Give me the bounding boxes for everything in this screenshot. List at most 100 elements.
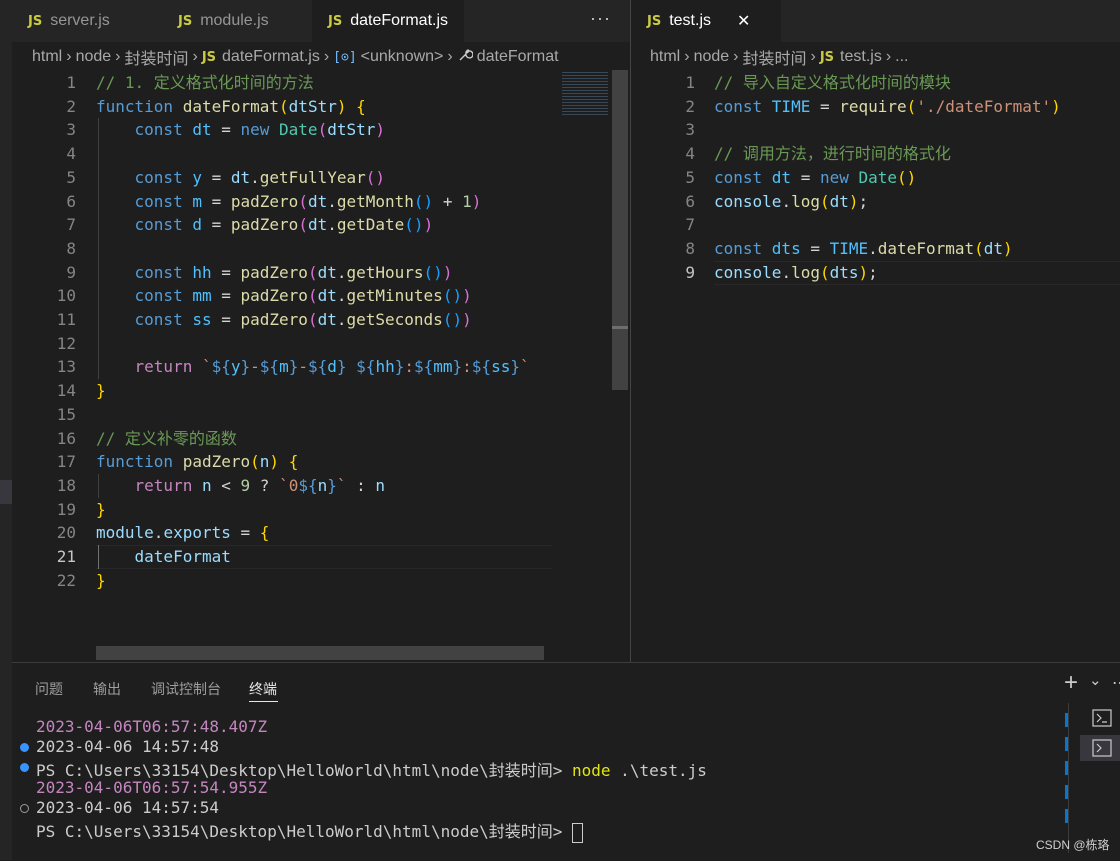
code-token: ) <box>848 191 859 211</box>
code-token: ` <box>519 357 530 377</box>
tab-debug-console[interactable]: 调试控制台 <box>151 679 221 699</box>
tab-module-js[interactable]: JS module.js <box>178 0 269 42</box>
breadcrumb-item[interactable]: node <box>694 48 730 66</box>
right-code-editor[interactable]: 1// 导入自定义格式化时间的模块 2 const TIME = require('… <box>631 70 1120 660</box>
terminal-list-divider <box>1068 703 1069 853</box>
line-number: 14 <box>56 381 76 401</box>
breadcrumb-item[interactable]: dateFormat <box>477 48 559 66</box>
terminal-output[interactable]: 2023-04-06T06:57:48.407Z 2023-04-06 14:57… <box>12 717 1062 857</box>
breadcrumb: html › node › 封装时间 › JS test.js › ... <box>650 44 909 70</box>
code-token: } <box>96 499 106 519</box>
code-token: d <box>192 215 202 235</box>
add-terminal-icon[interactable]: + <box>1064 669 1078 697</box>
code-token: Date <box>279 120 318 140</box>
command-pending-icon[interactable] <box>20 803 29 813</box>
code-token: ` <box>201 357 212 377</box>
terminal-instance-2[interactable] <box>1080 735 1120 761</box>
command-success-icon[interactable] <box>20 763 29 773</box>
code-token: require <box>839 96 907 116</box>
tab-test-js[interactable]: JS test.js ✕ <box>631 0 781 42</box>
breadcrumb-item[interactable]: ... <box>895 48 908 66</box>
terminal-line: 2023-04-06 14:57:54 <box>36 798 219 817</box>
code-token: } <box>452 357 463 377</box>
terminal-instance-1[interactable] <box>1080 705 1120 731</box>
code-token: ${ <box>211 357 231 377</box>
chevron-right-icon: › <box>323 48 330 65</box>
code-token: getSeconds <box>346 310 443 329</box>
code-token: : <box>404 357 414 377</box>
code-token: ( <box>819 191 830 211</box>
left-code-editor[interactable]: 1// 1. 定义格式化时间的方法 2 function dateFormat(dt… <box>12 70 552 660</box>
code-line: const dt = new Date() <box>714 166 916 190</box>
code-token: dt <box>317 262 337 282</box>
code-line: console.log(dt); <box>714 190 868 214</box>
code-token: { <box>259 523 270 543</box>
line-number: 17 <box>56 452 76 472</box>
close-icon[interactable]: ✕ <box>737 11 750 31</box>
breadcrumb: html › node › 封装时间 › JS dateFormat.js › [⊙] <u… <box>32 44 559 70</box>
code-token: = <box>211 120 241 140</box>
tab-terminal[interactable]: 终端 <box>249 679 277 699</box>
minimap[interactable] <box>556 70 612 660</box>
code-line: const dts = TIME.dateFormat(dt) <box>714 237 1013 261</box>
tab-dateformat-js[interactable]: JS dateFormat.js <box>312 0 464 42</box>
line-number: 13 <box>56 357 76 377</box>
code-line: const m = padZero(dt.getMonth() + 1) <box>96 190 482 214</box>
bottom-panel: 问题 输出 调试控制台 终端 + ⌄ ⋯ 2023-04-06T06:57:48… <box>12 662 1120 861</box>
code-token: TIME <box>829 238 869 258</box>
tab-server-js[interactable]: JS server.js <box>28 0 110 42</box>
more-actions-icon[interactable]: ··· <box>590 8 611 29</box>
code-line: return `${y}-${m}-${d} ${hh}:${mm}:${ss}… <box>96 355 530 379</box>
code-token: ) <box>462 310 472 329</box>
terminal-text: 2023-04-06T06:57:54.955Z <box>36 777 268 797</box>
code-line: const hh = padZero(dt.getHours()) <box>96 261 453 285</box>
code-token: // 定义补零的函数 <box>96 428 237 448</box>
code-token: // 调用方法，进行时间的格式化 <box>714 144 951 164</box>
code-line: const d = padZero(dt.getDate()) <box>96 213 434 237</box>
code-token: getFullYear <box>259 167 366 187</box>
code-token: ; <box>868 262 878 282</box>
breadcrumb-item[interactable]: 封装时间 <box>124 45 188 69</box>
code-token: getHours <box>346 262 424 282</box>
scrollbar-position-marker <box>612 326 628 329</box>
code-token: './dateFormat' <box>916 96 1052 116</box>
more-actions-icon[interactable]: ⋯ <box>1112 673 1120 693</box>
breadcrumb-item[interactable]: 封装时间 <box>742 45 806 69</box>
js-file-icon: JS <box>819 49 835 65</box>
code-token: dtStr <box>327 120 376 140</box>
breadcrumb-item[interactable]: html <box>32 48 62 66</box>
code-token: getMonth <box>336 191 414 211</box>
vertical-scrollbar[interactable] <box>612 70 628 390</box>
left-tab-bar: JS server.js JS module.js JS dateFormat.… <box>12 0 630 42</box>
code-line: // 调用方法，进行时间的格式化 <box>714 142 951 166</box>
code-token: = <box>800 238 830 258</box>
code-token: + <box>433 191 463 211</box>
code-token: new <box>240 120 280 140</box>
line-number: 19 <box>56 499 76 519</box>
breadcrumb-item[interactable]: <unknown> <box>361 48 444 66</box>
tab-label: dateFormat.js <box>350 12 449 29</box>
code-token: ( <box>298 215 308 235</box>
command-success-icon[interactable] <box>20 743 29 753</box>
code-token: n <box>259 452 270 472</box>
code-token: ) <box>471 191 482 211</box>
tab-output[interactable]: 输出 <box>93 679 121 699</box>
breadcrumb-item[interactable]: test.js <box>840 48 882 66</box>
code-token: padZero <box>240 286 308 306</box>
breadcrumb-item[interactable]: node <box>76 48 112 66</box>
chevron-down-icon[interactable]: ⌄ <box>1089 671 1102 689</box>
code-token: function <box>96 96 183 116</box>
chevron-right-icon: › <box>885 48 892 65</box>
code-token: () <box>442 286 463 306</box>
breadcrumb-item[interactable]: dateFormat.js <box>222 48 320 66</box>
horizontal-scrollbar[interactable] <box>96 646 544 660</box>
code-token: ) <box>1003 238 1013 258</box>
code-token: dt <box>230 167 251 187</box>
code-token: } <box>336 357 347 377</box>
breadcrumb-item[interactable]: html <box>650 48 680 66</box>
tab-problems[interactable]: 问题 <box>35 679 63 699</box>
